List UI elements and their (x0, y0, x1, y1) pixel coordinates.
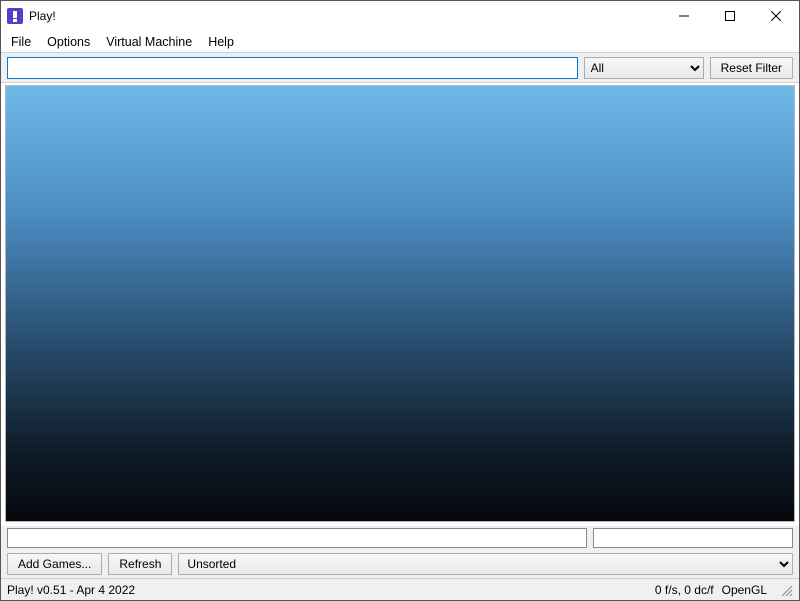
maximize-button[interactable] (707, 1, 753, 31)
game-list-view[interactable] (5, 85, 795, 522)
info-field-right[interactable] (593, 528, 793, 548)
menu-options[interactable]: Options (41, 33, 100, 51)
app-icon (7, 8, 23, 24)
minimize-button[interactable] (661, 1, 707, 31)
status-version: Play! v0.51 - Apr 4 2022 (7, 583, 655, 597)
status-renderer: OpenGL (722, 583, 767, 597)
info-row (1, 526, 799, 550)
refresh-button[interactable]: Refresh (108, 553, 172, 575)
window-controls (661, 1, 799, 31)
menu-help[interactable]: Help (202, 33, 244, 51)
menu-file[interactable]: File (5, 33, 41, 51)
search-input[interactable] (7, 57, 578, 79)
resize-grip-icon[interactable] (779, 583, 793, 597)
titlebar: Play! (1, 1, 799, 31)
filter-select[interactable]: All (584, 57, 704, 79)
filter-toolbar: All Reset Filter (1, 53, 799, 83)
status-right: 0 f/s, 0 dc/f OpenGL (655, 583, 793, 597)
bottom-toolbar: Add Games... Refresh Unsorted (1, 550, 799, 578)
menu-virtual-machine[interactable]: Virtual Machine (100, 33, 202, 51)
window-title: Play! (29, 9, 661, 23)
status-perf: 0 f/s, 0 dc/f (655, 583, 714, 597)
main-window: Play! File Options Virtual Machine Help … (0, 0, 800, 601)
close-button[interactable] (753, 1, 799, 31)
add-games-button[interactable]: Add Games... (7, 553, 102, 575)
statusbar: Play! v0.51 - Apr 4 2022 0 f/s, 0 dc/f O… (1, 578, 799, 600)
info-field-left[interactable] (7, 528, 587, 548)
reset-filter-button[interactable]: Reset Filter (710, 57, 793, 79)
sort-select[interactable]: Unsorted (178, 553, 793, 575)
menubar: File Options Virtual Machine Help (1, 31, 799, 53)
